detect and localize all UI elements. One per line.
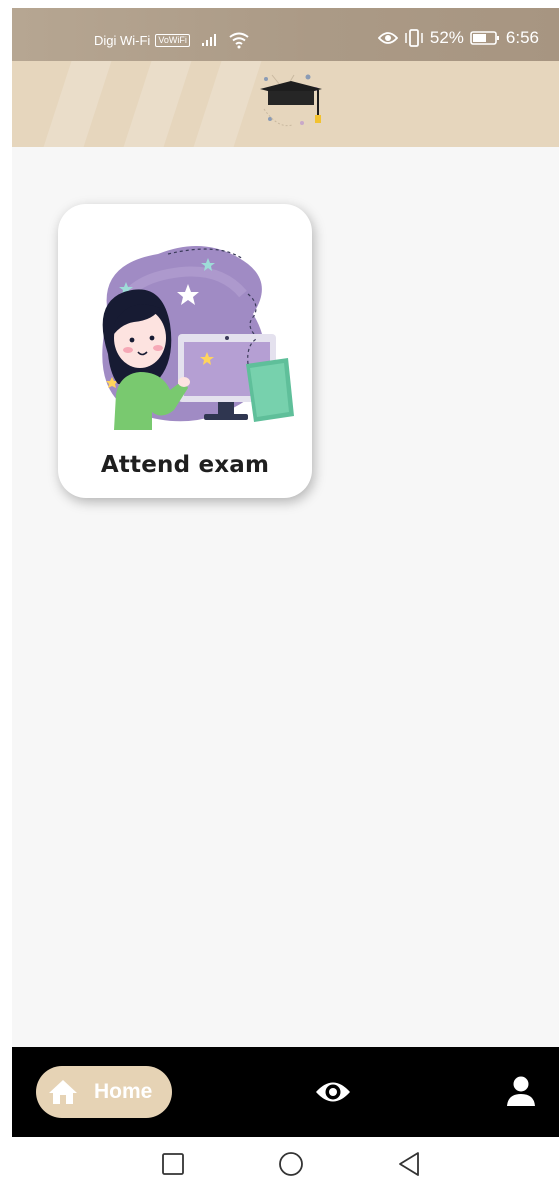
vibrate-icon: [405, 29, 423, 47]
nav-home-button[interactable]: Home: [36, 1066, 172, 1118]
battery-icon: [470, 31, 499, 45]
battery-percent: 52%: [429, 28, 464, 47]
header-decoration: [112, 61, 192, 147]
phone-screen: Digi Wi-Fi VoWiFi 52% 6:56 Attend exam H…: [0, 0, 559, 1189]
carrier-name: Digi Wi-Fi: [94, 32, 151, 48]
status-right-group: 52% 6:56: [377, 28, 539, 48]
back-icon[interactable]: [396, 1151, 422, 1177]
clock-time: 6:56: [505, 28, 539, 47]
system-nav-bar: [0, 1137, 559, 1189]
profile-icon[interactable]: [506, 1075, 536, 1107]
header-decoration: [182, 61, 262, 147]
graduation-cap-icon: [260, 74, 322, 127]
eye-icon[interactable]: [314, 1075, 352, 1109]
status-left-group: Digi Wi-Fi VoWiFi: [94, 31, 250, 49]
wifi-icon: [229, 32, 249, 49]
bottom-nav: Home: [12, 1047, 559, 1137]
vowifi-badge: VoWiFi: [155, 33, 190, 47]
main-content: Attend exam: [12, 147, 559, 1047]
app-area: Digi Wi-Fi VoWiFi 52% 6:56 Attend exam H…: [12, 8, 559, 1137]
header-decoration: [32, 61, 112, 147]
home-circle-icon[interactable]: [278, 1151, 304, 1177]
app-header: [12, 61, 559, 147]
attend-exam-card[interactable]: Attend exam: [58, 204, 312, 498]
signal-icon: [201, 34, 216, 46]
nav-home-label: Home: [94, 1080, 153, 1103]
home-icon: [49, 1080, 77, 1104]
recent-apps-icon[interactable]: [160, 1151, 186, 1177]
status-bar: Digi Wi-Fi VoWiFi 52% 6:56: [12, 8, 559, 61]
card-label: Attend exam: [100, 452, 270, 478]
eye-comfort-icon: [377, 32, 398, 44]
girl-at-computer-illustration: [102, 246, 294, 430]
